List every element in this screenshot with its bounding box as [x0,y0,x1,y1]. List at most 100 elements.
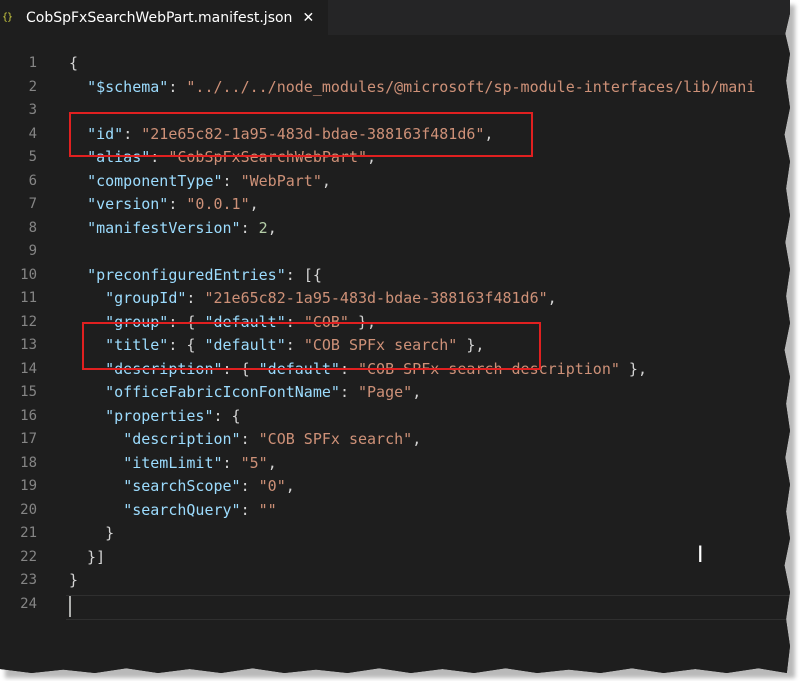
code-text: "searchQuery": "" [69,499,277,523]
code-token: "description" [123,430,241,448]
line-number: 11 [20,290,37,306]
editor-window: {} CobSpFxSearchWebPart.manifest.json ✕ … [0,0,790,673]
code-token: "itemLimit" [123,453,223,472]
json-file-icon: {} [2,12,13,23]
code-text: "version": "0.0.1", [69,193,259,217]
line-number: 24 [20,595,37,612]
ibeam-cursor-icon: I [697,543,704,568]
code-text: }] [69,546,105,570]
highlight-box-id [69,112,533,157]
code-token: : [168,77,187,96]
line-number: 15 [20,384,37,400]
line-number: 2 [28,78,37,95]
tab-bar: {} CobSpFxSearchWebPart.manifest.json ✕ [0,0,790,35]
code-text: "properties": { [69,405,241,429]
code-token: "Page" [358,383,413,401]
line-number: 1 [28,55,37,71]
line-number: 23 [20,572,37,588]
code-token: "componentType" [87,171,223,190]
code-text: } [69,522,114,546]
code-token: { [69,54,79,72]
code-token: : [168,195,187,213]
code-token: , [321,171,331,190]
code-line: 6 "componentType": "WebPart", [0,170,790,194]
close-icon[interactable]: ✕ [302,10,314,26]
code-token: "WebPart" [240,171,322,190]
code-token: "COB SPFx search" [258,430,413,448]
code-text: "searchScope": "0", [69,475,295,499]
code-token: , [412,383,422,401]
code-token: , [267,218,277,237]
code-text: "componentType": "WebPart", [69,170,331,194]
code-token: "officeFabricIconFontName" [105,383,340,401]
code-text: "$schema": "../../../node_modules/@micro… [69,76,755,100]
line-number: 13 [20,337,37,353]
code-token: "21e65c82-1a95-483d-bdae-388163f481d6" [204,289,548,307]
code-token: : [240,477,259,495]
code-line: 2 "$schema": "../../../node_modules/@mic… [0,76,790,100]
code-token: : [222,171,241,190]
code-text: } [69,569,78,593]
line-number: 17 [20,431,37,447]
code-line: 1{ [0,52,790,76]
line-number: 6 [28,172,37,189]
code-text: "manifestVersion": 2, [69,217,277,241]
tab-manifest-json[interactable]: {} CobSpFxSearchWebPart.manifest.json ✕ [0,0,328,35]
line-number: 10 [20,266,37,283]
code-text: "officeFabricIconFontName": "Page", [69,381,421,405]
code-line: 7 "version": "0.0.1", [0,193,790,217]
line-number: 8 [28,219,37,236]
highlight-box-title [82,322,541,370]
code-text: "itemLimit": "5", [69,452,277,476]
code-token: "0.0.1" [186,195,250,213]
code-token: "$schema" [87,77,169,96]
code-text: { [69,52,78,76]
code-token: "searchQuery" [123,500,241,519]
code-token: } [69,571,79,589]
line-number: 3 [28,102,37,118]
code-text: "preconfiguredEntries": [{ [69,264,322,288]
code-token: : [240,500,259,519]
code-token: , [285,477,295,495]
code-line: 16 "properties": { [0,405,790,429]
code-line: 8 "manifestVersion": 2, [0,217,790,241]
code-token: "groupId" [105,289,187,307]
code-token: "../../../node_modules/@microsoft/sp-mod… [186,77,756,96]
code-token: : [339,383,358,401]
code-token: 2 [258,218,268,237]
code-line: 19 "searchScope": "0", [0,475,790,499]
code-token: "preconfiguredEntries" [87,265,286,284]
code-token: : [186,289,205,307]
line-number: 16 [20,407,37,424]
line-number: 20 [20,501,37,518]
code-line: 23} [0,569,790,593]
code-line: 18 "itemLimit": "5", [0,452,790,476]
code-token: "manifestVersion" [87,218,241,237]
code-token: , [547,289,557,307]
line-number: 14 [20,360,37,377]
code-token: "0" [258,477,286,495]
code-text: "groupId": "21e65c82-1a95-483d-bdae-3881… [69,287,557,311]
code-line: 22 }] [0,546,790,570]
code-token: , [249,195,259,213]
code-token: : [222,453,241,472]
code-line: 11 "groupId": "21e65c82-1a95-483d-bdae-3… [0,287,790,311]
code-token: : [240,430,259,448]
code-token: , [412,430,422,448]
code-line: 21 } [0,522,790,546]
code-token: , [267,453,277,472]
code-token: "version" [87,195,169,213]
code-token: }] [69,547,106,566]
code-token: : { [213,406,241,425]
line-number: 19 [20,478,37,494]
